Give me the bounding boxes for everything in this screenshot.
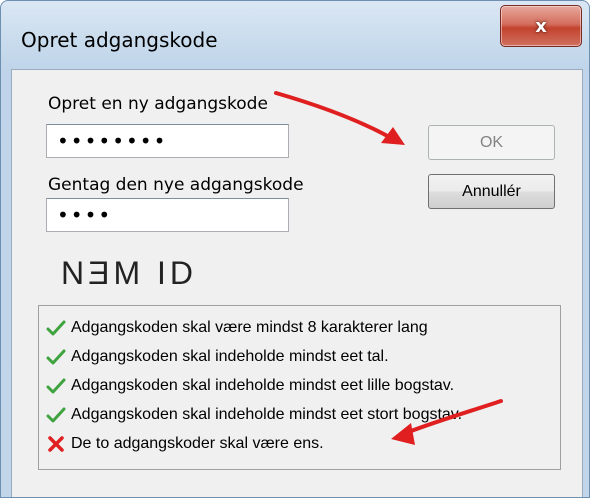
arrow-to-ok-icon: [274, 91, 405, 145]
dialog-window: Opret adgangskode x Opret en ny adgangsk…: [0, 0, 590, 498]
arrow-to-rule-icon: [391, 399, 503, 445]
annotation-arrows: [274, 91, 503, 445]
